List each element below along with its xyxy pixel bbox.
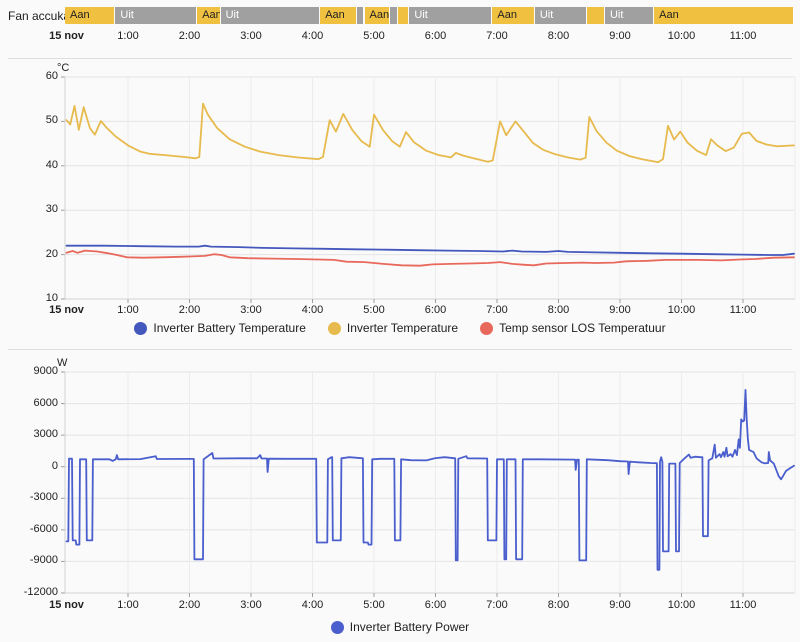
x-tick-label: 3:00 [240,30,262,42]
power-chart-legend: Inverter Battery Power [0,620,800,634]
x-tick-label: 11:00 [729,599,757,611]
x-tick-label: 9:00 [609,30,631,42]
y-tick-label: 10 [45,292,58,304]
y-tick-label: 30 [45,203,58,216]
legend-label: Inverter Battery Power [349,620,470,634]
x-tick-label: 10:00 [667,304,696,316]
x-tick-label: 11:00 [729,304,757,316]
timeline-segment-on[interactable]: Aan [65,7,116,24]
x-tick-label: 8:00 [547,304,570,316]
power-chart-section: W Inverter Battery Power 15 nov 1:00 2:00 3… [0,350,800,642]
x-tick-label: 1:00 [117,599,139,611]
legend-label: Inverter Battery Temperature [153,321,306,335]
timeline-segment-on[interactable]: Aan [654,7,794,24]
x-tick-label: 5:00 [363,304,385,316]
timeline-segment-on[interactable]: Aan [320,7,357,24]
timeline-segment-off[interactable]: Uit [409,7,493,24]
x-tick-label: 15 nov [49,599,84,611]
y-tick-label: 9000 [33,365,58,377]
temperature-chart-section: °C Inverter Battery Temperature Inverter … [0,59,800,349]
timeline-segment-off[interactable]: Uit [115,7,198,24]
temperature-chart-legend: Inverter Battery Temperature Inverter Tem… [0,321,800,335]
y-tick-label: 50 [45,114,58,127]
x-tick-label: 9:00 [609,599,631,611]
legend-dot-icon [330,620,344,634]
y-tick-label: 0 [51,459,58,472]
y-tick-label: 3000 [33,428,58,441]
timeline-segment-on[interactable] [398,7,410,24]
timeline-segment-off[interactable] [356,7,365,24]
x-tick-label: 5:00 [363,30,385,42]
x-tick-label: 10:00 [667,30,696,42]
y-tick-label: 40 [45,158,58,171]
x-tick-label: 15 nov [49,304,84,316]
timeline-segment-on[interactable]: Aan [364,7,391,24]
legend-item[interactable]: Temp sensor LOS Temperatuur [480,321,666,335]
series-line-inverter-battery-power [65,389,795,571]
y-tick-label: 20 [45,247,58,260]
y-tick-label: -12000 [23,586,58,598]
legend-item[interactable]: Inverter Temperature [327,321,459,335]
x-tick-label: 9:00 [609,304,631,316]
x-tick-label: 6:00 [424,304,447,316]
legend-item[interactable]: Inverter Battery Power [330,620,470,634]
legend-label: Temp sensor LOS Temperatuur [499,321,666,335]
y-tick-label: 6000 [33,396,58,409]
series-line-inverter-temperature [65,102,795,164]
x-tick-label: 5:00 [363,599,385,611]
legend-dot-icon [480,321,494,335]
timeline-segment-off[interactable] [390,7,399,24]
x-tick-label: 2:00 [178,599,201,611]
state-timeline-bar[interactable]: Aan Uit Aan Uit Aan Aan Uit Aan Uit Uit Aan [65,7,795,24]
y-tick-label: -9000 [29,554,58,567]
x-tick-label: 4:00 [301,30,324,42]
x-tick-label: 7:00 [486,30,508,42]
legend-item[interactable]: Inverter Battery Temperature [134,321,306,335]
timeline-segment-on[interactable]: Aan [197,7,221,24]
timeline-segment-off[interactable]: Uit [220,7,321,24]
x-tick-label: 2:00 [178,304,201,316]
x-tick-label: 10:00 [667,599,696,611]
x-tick-label: 3:00 [240,304,262,316]
x-tick-label: 1:00 [117,30,139,42]
x-tick-label: 4:00 [301,599,324,611]
x-tick-label: 6:00 [424,599,447,611]
x-tick-label: 15 nov [49,30,84,42]
timeline-segment-on[interactable]: Aan [492,7,535,24]
x-tick-label: 1:00 [117,304,139,316]
legend-dot-icon [327,321,341,335]
series-line-inverter-battery-temperature [65,244,795,256]
x-tick-label: 3:00 [240,599,262,611]
x-tick-label: 2:00 [178,30,201,42]
x-tick-label: 11:00 [729,30,757,42]
y-tick-label: -6000 [29,522,58,535]
x-tick-label: 7:00 [486,304,508,316]
legend-dot-icon [134,321,148,335]
timeline-segment-on[interactable] [587,7,605,24]
legend-label: Inverter Temperature [346,321,459,335]
x-tick-label: 4:00 [301,304,324,316]
y-tick-label: 60 [45,70,58,82]
timeline-segment-off[interactable]: Uit [534,7,588,24]
x-tick-label: 8:00 [547,30,570,42]
timeline-segment-off[interactable]: Uit [604,7,655,24]
state-timeline-section: Fan accukast Aan Uit Aan Uit Aan Aan Uit Aan Uit… [0,0,800,58]
x-tick-label: 7:00 [486,599,508,611]
y-tick-label: -3000 [29,491,58,504]
x-tick-label: 6:00 [424,30,447,42]
x-tick-label: 8:00 [547,599,570,611]
